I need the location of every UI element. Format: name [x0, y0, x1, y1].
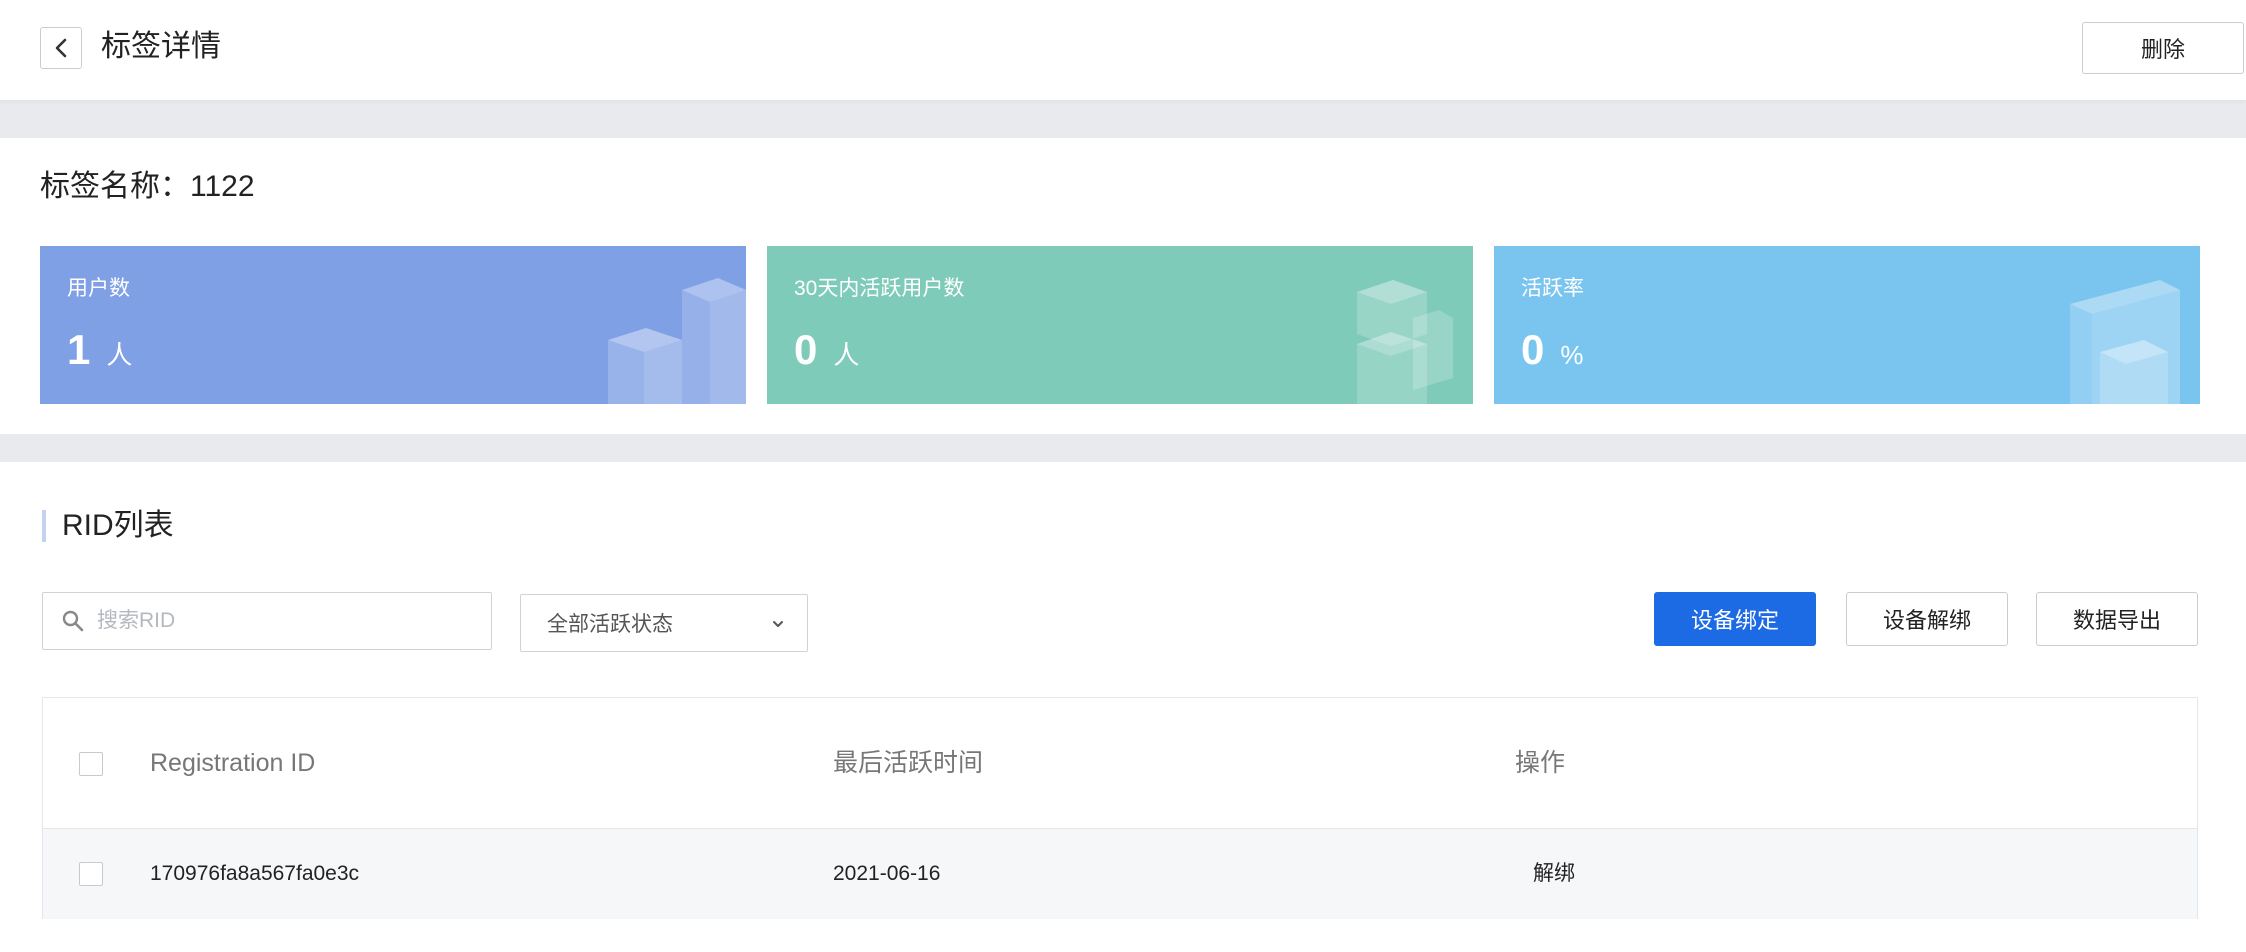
- section-title: RID列表: [42, 510, 174, 542]
- table-row: 170976fa8a567fa0e3c 2021-06-16 解绑: [43, 829, 2197, 919]
- stat-label: 活跃率: [1521, 277, 1584, 300]
- cell-last-active: 2021-06-16: [833, 862, 941, 885]
- tag-stats-panel: 标签名称：1122 用户数 1 人 30天内活跃用户数 0 人 活跃率 0 %: [0, 138, 2246, 434]
- caret-down-icon: [773, 621, 783, 627]
- bar-blocks-icon: [608, 278, 746, 404]
- delete-button[interactable]: 删除: [2082, 22, 2244, 74]
- stat-value: 0: [1521, 326, 1545, 373]
- column-header-action: 操作: [1515, 749, 1566, 777]
- column-header-registration-id: Registration ID: [150, 749, 316, 777]
- page-header: 标签详情 删除: [0, 0, 2246, 101]
- search-icon: [62, 610, 84, 632]
- search-input[interactable]: [97, 609, 457, 633]
- select-all-checkbox[interactable]: [79, 752, 103, 776]
- stat-label: 30天内活跃用户数: [794, 277, 965, 300]
- search-box[interactable]: [42, 592, 492, 650]
- back-button[interactable]: [40, 27, 82, 69]
- stat-unit: 人: [833, 340, 860, 370]
- row-checkbox[interactable]: [79, 862, 103, 886]
- page-title: 标签详情: [101, 30, 221, 63]
- chevron-left-icon: [55, 38, 67, 58]
- rid-list-panel: RID列表 全部活跃状态 设备绑定 设备解绑 数据导出 Registration…: [0, 462, 2246, 952]
- stat-value: 0: [794, 326, 818, 373]
- tag-name: 标签名称：1122: [40, 166, 255, 208]
- unbind-device-button[interactable]: 设备解绑: [1846, 592, 2008, 646]
- stat-card-user-count: 用户数 1 人: [40, 246, 746, 404]
- tag-name-value: 1122: [190, 170, 255, 203]
- table-header: Registration ID 最后活跃时间 操作: [43, 698, 2197, 829]
- export-data-button[interactable]: 数据导出: [2036, 592, 2198, 646]
- tag-name-label: 标签名称：: [40, 170, 190, 203]
- cell-registration-id: 170976fa8a567fa0e3c: [150, 862, 360, 885]
- bind-device-button[interactable]: 设备绑定: [1654, 592, 1816, 646]
- stat-label: 用户数: [67, 277, 130, 300]
- stat-unit: %: [1560, 340, 1584, 370]
- column-header-last-active: 最后活跃时间: [833, 749, 984, 777]
- stat-card-active-rate: 活跃率 0 %: [1494, 246, 2200, 404]
- stat-value: 1: [67, 326, 91, 373]
- cube-stack-icon: [1357, 280, 1453, 404]
- unbind-link[interactable]: 解绑: [1533, 859, 1575, 889]
- rid-table: Registration ID 最后活跃时间 操作 170976fa8a567f…: [42, 697, 2198, 919]
- stat-unit: 人: [106, 340, 133, 370]
- stat-card-active-users: 30天内活跃用户数 0 人: [767, 246, 1473, 404]
- cube-blocks-icon: [2070, 280, 2180, 404]
- status-filter-value: 全部活跃状态: [547, 613, 673, 636]
- status-filter-select[interactable]: 全部活跃状态: [520, 594, 808, 652]
